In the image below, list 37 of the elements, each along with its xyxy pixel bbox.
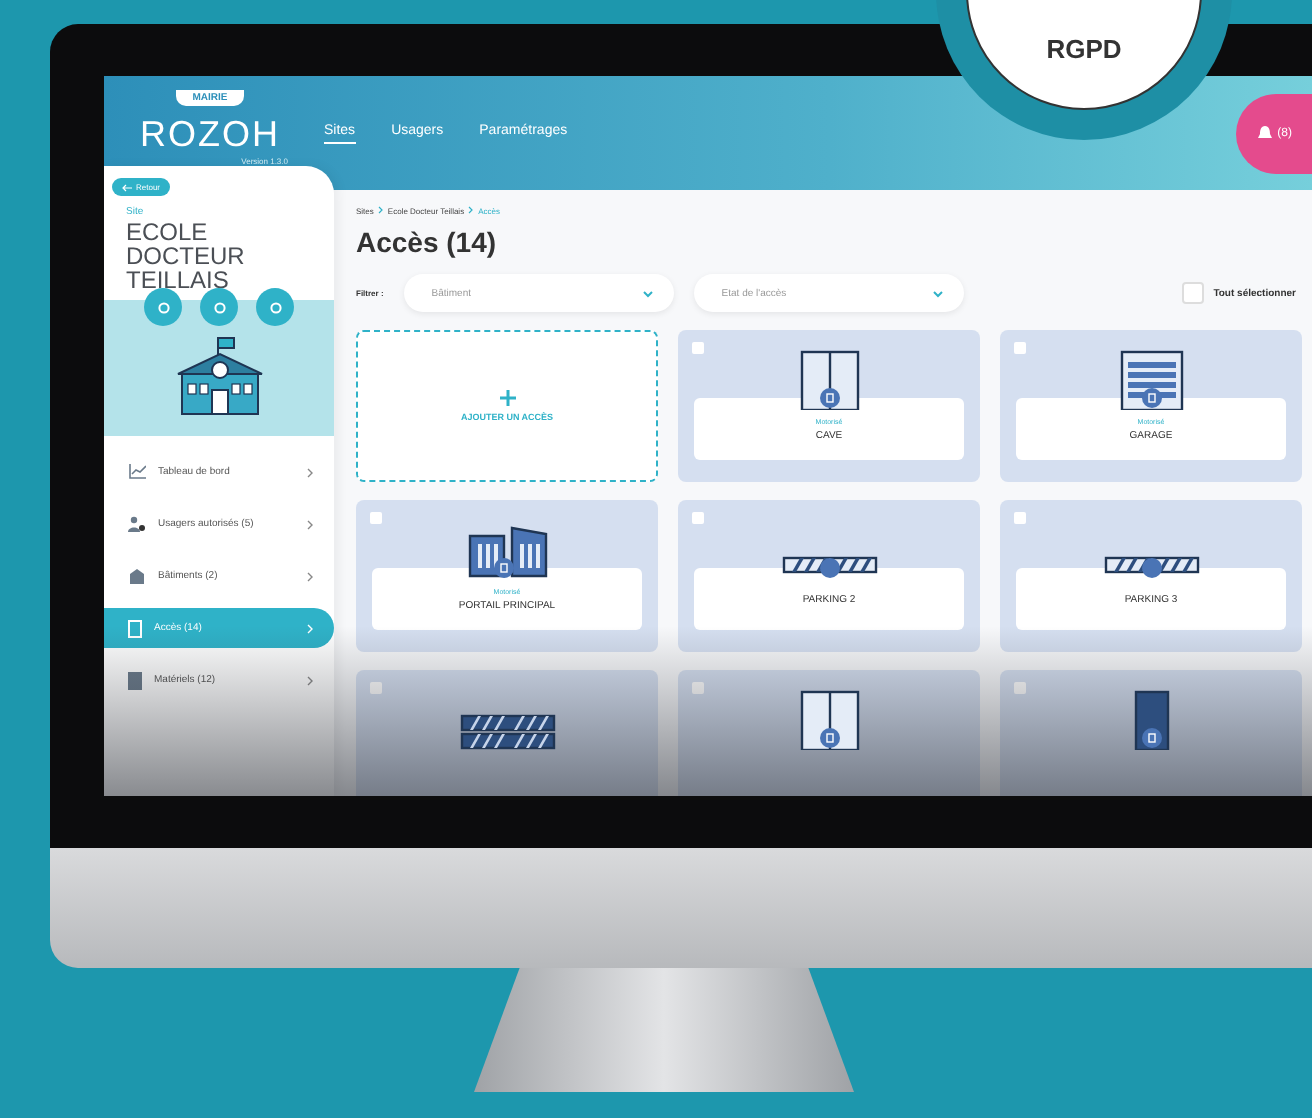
logo: ROZOH (140, 113, 280, 155)
chevron-icon (306, 623, 314, 633)
chevron-down-icon (641, 289, 654, 297)
bell-icon (1255, 124, 1274, 142)
building-icon (128, 568, 146, 584)
card-checkbox[interactable] (692, 682, 704, 694)
card-checkbox[interactable] (692, 342, 704, 354)
badge-text: RGPD (1046, 34, 1122, 64)
card-checkbox[interactable] (1014, 682, 1026, 694)
chevron-icon (306, 467, 314, 477)
select-all-checkbox[interactable] (1181, 282, 1204, 304)
card-checkbox[interactable] (370, 512, 382, 524)
chart-icon (128, 464, 146, 480)
chevron-icon (468, 206, 475, 214)
location-button[interactable] (200, 288, 238, 326)
chevron-icon (306, 675, 314, 685)
access-card[interactable] (356, 670, 658, 796)
user-icon (128, 516, 146, 532)
tool-button[interactable] (144, 288, 182, 326)
access-card[interactable] (678, 670, 980, 796)
card-checkbox[interactable] (370, 682, 382, 694)
cabinet-icon (128, 671, 142, 689)
barrier-icon (457, 714, 557, 750)
chevron-icon (306, 519, 314, 529)
card-checkbox[interactable] (1014, 342, 1026, 354)
more-button[interactable] (256, 288, 294, 326)
card-checkbox[interactable] (1014, 512, 1026, 524)
card-checkbox[interactable] (692, 512, 704, 524)
plus-icon (499, 390, 515, 406)
chevron-icon (306, 571, 314, 581)
access-card[interactable] (1000, 670, 1302, 796)
chevron-down-icon (931, 289, 944, 297)
door-icon (128, 619, 142, 637)
chevron-icon (377, 206, 384, 214)
page-title: Accès (14) (356, 226, 499, 258)
arrow-left-icon (122, 183, 132, 191)
site-name: ECOLE DOCTEUR TEILLAIS (126, 220, 247, 292)
